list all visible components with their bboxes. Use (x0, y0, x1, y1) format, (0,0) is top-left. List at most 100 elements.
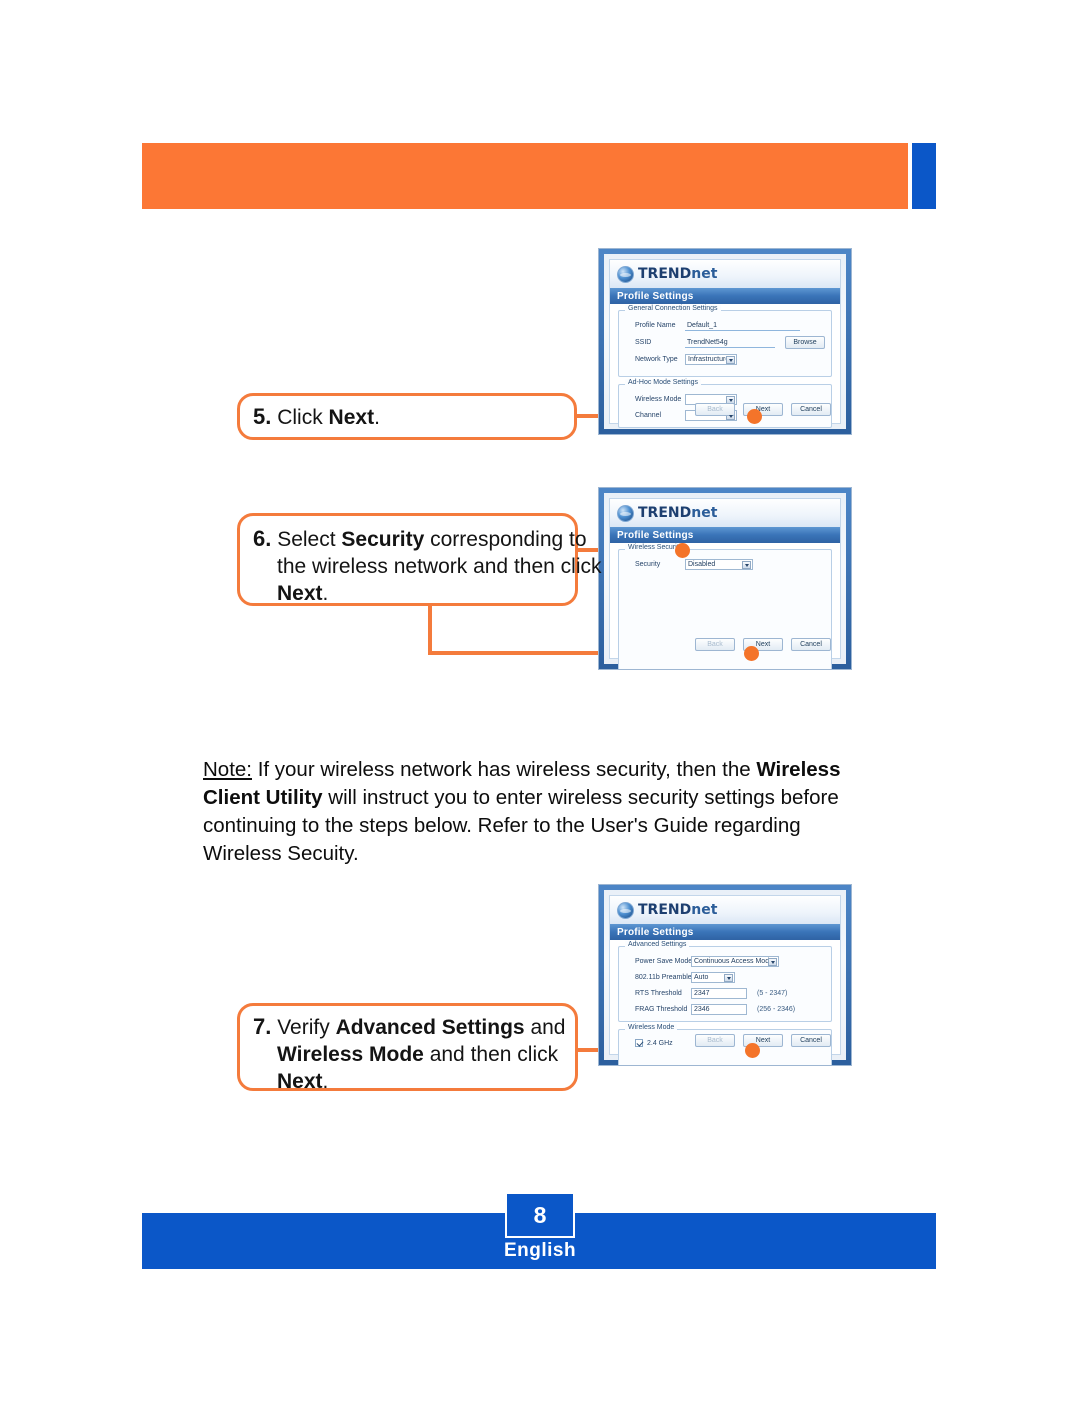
dialog1-adhoc-legend: Ad-Hoc Mode Settings (625, 379, 702, 386)
connector-step6-security-dot (675, 543, 690, 558)
dialog1-body: General Connection Settings Profile Name… (610, 304, 840, 428)
dialog1-logo-bar: TRENDnet (610, 260, 840, 288)
trendnet-globe-icon (617, 901, 634, 919)
step6-line-3: Next. (253, 580, 563, 607)
dialog3-power-save-value: Continuous Access Mode (694, 958, 773, 965)
page-number-badge: 8 (505, 1192, 575, 1238)
dialog3-body: Advanced Settings Power Save Mode Contin… (610, 940, 840, 1065)
dialog2-brand-tren: TREND (638, 505, 692, 521)
step5-text-bold: Next (328, 405, 375, 429)
dialog1-brand-tren: TREND (638, 266, 692, 282)
dialog2-logo-bar: TRENDnet (610, 499, 840, 527)
dialog3-preamble-select[interactable]: Auto (691, 972, 735, 983)
dialog3-power-save-select[interactable]: Continuous Access Mode (691, 956, 779, 967)
dialog3-preamble-label: 802.11b Preamble (635, 974, 692, 981)
step5-text-end: . (374, 405, 380, 429)
step6-line-1: 6. Select Security corresponding to (253, 525, 587, 553)
dialog3-brand-tren: TREND (638, 902, 692, 918)
chevron-down-icon (728, 359, 733, 362)
dialog1-titlebar: Profile Settings (610, 288, 840, 304)
dialog3-logo-bar: TRENDnet (610, 896, 840, 924)
dialog1-network-type-row: Network Type Infrastructure (625, 354, 825, 365)
dialog3-button-row: Back Next Cancel (695, 1034, 831, 1047)
dialog2-security-row: Security Disabled (625, 559, 825, 570)
chevron-down-icon (744, 564, 749, 567)
dialog1-button-row: Back Next Cancel (695, 403, 831, 416)
dialog1-brand: TRENDnet (638, 267, 717, 281)
note-paragraph: Note: If your wireless network has wirel… (203, 756, 868, 868)
manual-page: 5. Click Next. 6. Select Security corres… (0, 0, 1080, 1412)
connector-step5-endpoint-dot (747, 409, 762, 424)
dialog1-ssid-input[interactable]: TrendNet54g (685, 337, 775, 348)
dialog1-profile-name-row: Profile Name Default_1 (625, 320, 825, 331)
chevron-down-icon (770, 961, 775, 964)
dialog2-security-value: Disabled (688, 561, 716, 568)
dialog3-power-save-row: Power Save Mode Continuous Access Mode (625, 956, 825, 967)
dialog3-rts-input[interactable]: 2347 (691, 988, 747, 999)
dialog1-channel-label: Channel (635, 412, 662, 419)
step6-number: 6. (253, 526, 272, 551)
dialog3-back-button[interactable]: Back (695, 1034, 735, 1047)
step6-line-2: the wireless network and then click (277, 555, 602, 578)
connector-step6-lower-vertical (428, 604, 432, 655)
connector-step6-next-dot (744, 646, 759, 661)
step7-line-3: Next. (253, 1068, 563, 1095)
header-orange-band (142, 143, 908, 209)
dialog3-power-save-label: Power Save Mode (635, 958, 693, 965)
dialog1-profile-name-label: Profile Name (635, 322, 676, 329)
dialog3-frame: TRENDnet Profile Settings Advanced Setti… (599, 885, 851, 1065)
step7-l1-a: Verify (277, 1016, 336, 1039)
footer-language-label: English (503, 1240, 577, 1261)
dialog1-cancel-button[interactable]: Cancel (791, 403, 831, 416)
trendnet-globe-icon (617, 504, 634, 522)
step6-l3-c: . (322, 582, 329, 605)
dialog3-titlebar: Profile Settings (610, 924, 840, 940)
dialog3-advanced-legend: Advanced Settings (625, 941, 690, 948)
chevron-down-icon (728, 415, 733, 418)
dialog3-wireless-mode-legend: Wireless Mode (625, 1024, 678, 1031)
dialog2-back-button[interactable]: Back (695, 638, 735, 651)
dialog3-brand: TRENDnet (638, 903, 717, 917)
dialog1-browse-button[interactable]: Browse (785, 336, 825, 349)
chevron-down-icon (728, 399, 733, 402)
dialog1-ssid-label: SSID (635, 339, 652, 346)
step5-text: 5. Click Next. (253, 403, 380, 431)
screenshot-profile-settings-advanced: TRENDnet Profile Settings Advanced Setti… (598, 884, 852, 1066)
dialog2-button-row: Back Next Cancel (695, 638, 831, 651)
dialog3-frag-input[interactable]: 2346 (691, 1004, 747, 1015)
note-part-1: If your wireless network has wireless se… (252, 758, 757, 781)
step6-l3-bold: Next (277, 582, 323, 605)
step6-l1-a: Select (277, 528, 342, 551)
dialog2-security-label: Security (635, 561, 661, 568)
dialog1-general-legend: General Connection Settings (625, 305, 721, 312)
step7-l2-c: and then click (423, 1043, 559, 1066)
dialog1-frame: TRENDnet Profile Settings General Connec… (599, 249, 851, 434)
dialog2-cancel-button[interactable]: Cancel (791, 638, 831, 651)
step7-l3-c: . (322, 1070, 329, 1093)
dialog1-wireless-mode-label: Wireless Mode (635, 396, 682, 403)
step7-l2-bold: Wireless Mode (277, 1043, 424, 1066)
dialog1-network-type-select[interactable]: Infrastructure (685, 354, 737, 365)
dialog1-profile-name-input[interactable]: Default_1 (685, 320, 800, 331)
connector-step7-next-dot (745, 1043, 760, 1058)
step6-l1-c: corresponding to (424, 528, 587, 551)
step7-text: 7. Verify Advanced Settings and Wireless… (253, 1013, 565, 1095)
dialog3-frag-range: (256 - 2346) (757, 1006, 796, 1013)
dialog2-frame: TRENDnet Profile Settings Wireless Secur… (599, 488, 851, 669)
step7-l3-bold: Next (277, 1070, 323, 1093)
note-label: Note: (203, 758, 252, 781)
dialog2-brand: TRENDnet (638, 506, 717, 520)
dialog1-ssid-row: SSID TrendNet54g Browse (625, 336, 825, 349)
dialog1-general-group: General Connection Settings Profile Name… (618, 305, 832, 377)
dialog3-band-label: 2.4 GHz (647, 1039, 673, 1047)
chevron-down-icon (726, 977, 731, 980)
step6-text: 6. Select Security corresponding to the … (253, 525, 602, 607)
dialog3-cancel-button[interactable]: Cancel (791, 1034, 831, 1047)
step6-l1-bold: Security (341, 528, 425, 551)
dialog2-brand-net: net (691, 505, 718, 521)
dialog3-rts-range: (5 - 2347) (757, 990, 788, 997)
checkbox-checked-icon[interactable] (635, 1039, 643, 1047)
step5-number: 5. (253, 403, 272, 429)
dialog2-security-select[interactable]: Disabled (685, 559, 753, 570)
dialog3-rts-label: RTS Threshold (635, 990, 682, 997)
